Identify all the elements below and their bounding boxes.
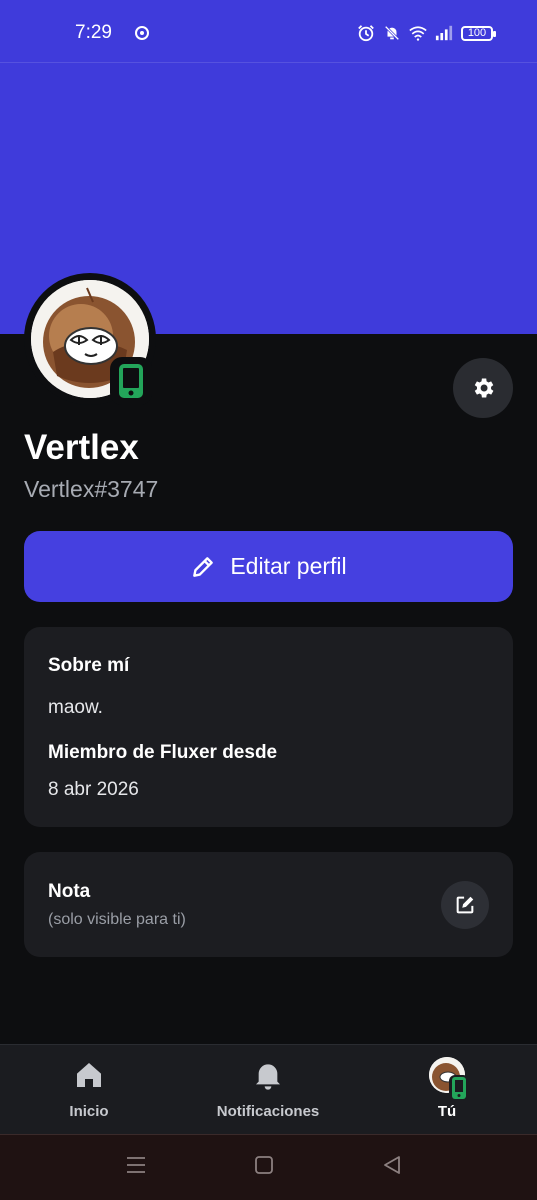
mobile-status-indicator — [110, 357, 152, 405]
edit-profile-button[interactable]: Editar perfil — [24, 531, 513, 602]
edit-note-icon — [456, 896, 474, 914]
gear-icon — [474, 378, 494, 398]
mobile-phone-icon — [452, 1077, 466, 1099]
nav-you-label: Tú — [437, 1103, 457, 1120]
bell-icon — [256, 1064, 280, 1090]
battery-icon: 100 — [461, 25, 496, 41]
member-since-title: Miembro de Fluxer desde — [48, 742, 278, 763]
menu-icon[interactable] — [126, 1155, 146, 1175]
display-name: Vertlex — [24, 428, 139, 467]
status-time: 7:29 — [75, 22, 112, 43]
system-navigation-bar — [0, 1134, 537, 1200]
nav-status-indicator — [449, 1075, 469, 1101]
mute-bell-icon — [384, 25, 400, 41]
settings-button[interactable] — [453, 358, 513, 418]
note-card: Nota (solo visible para ti) — [24, 852, 513, 957]
note-subtitle: (solo visible para ti) — [48, 911, 186, 928]
mobile-phone-icon — [119, 364, 143, 398]
home-square-icon[interactable] — [254, 1155, 274, 1175]
bottom-navigation: Inicio Notificaciones Tú — [0, 1044, 537, 1135]
back-icon[interactable] — [382, 1155, 402, 1175]
edit-note-button[interactable] — [441, 881, 489, 929]
about-title: Sobre mí — [48, 655, 130, 676]
home-icon — [77, 1063, 101, 1087]
edit-profile-label: Editar perfil — [230, 553, 347, 579]
username: Vertlex#3747 — [24, 476, 159, 502]
note-title: Nota — [48, 881, 91, 902]
nav-home-label: Inicio — [69, 1103, 109, 1120]
chrome-icon — [135, 26, 149, 40]
member-since-date: 8 abr 2026 — [48, 779, 139, 800]
nav-you[interactable]: Tú — [367, 1045, 527, 1135]
nav-notifications-label: Notificaciones — [216, 1103, 320, 1120]
about-bio: maow. — [48, 697, 103, 718]
nav-notifications[interactable]: Notificaciones — [188, 1045, 348, 1135]
pencil-icon — [193, 556, 214, 577]
signal-icon — [435, 25, 453, 41]
status-bar: 7:29 100 — [0, 0, 537, 63]
alarm-icon — [358, 25, 374, 42]
about-card: Sobre mí maow. Miembro de Fluxer desde 8… — [24, 627, 513, 827]
wifi-icon — [409, 26, 427, 41]
nav-home[interactable]: Inicio — [9, 1045, 169, 1135]
